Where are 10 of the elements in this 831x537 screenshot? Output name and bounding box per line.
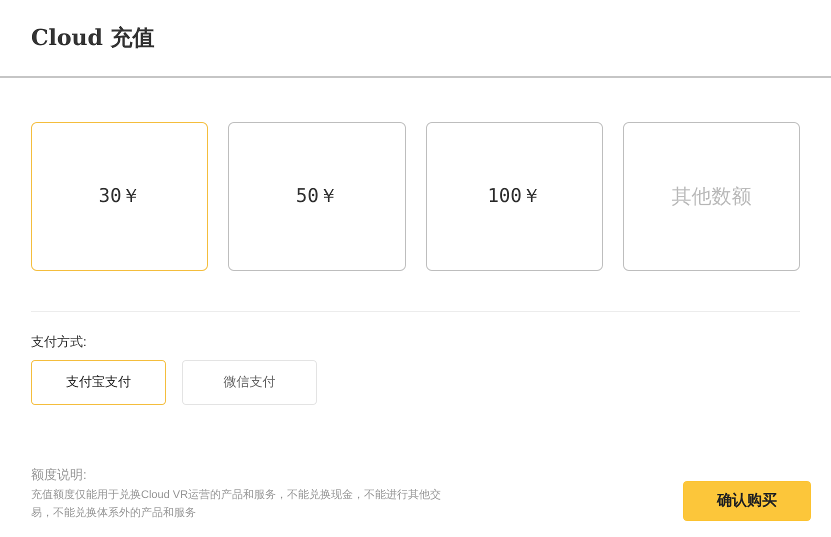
note-text: 充值额度仅能用于兑换Cloud VR运营的产品和服务，不能兑换现金，不能进行其他交易，不能兑换体系外的产品和服务	[31, 488, 442, 521]
amount-option[interactable]: 50￥	[228, 122, 406, 271]
note-title: 额度说明:	[31, 466, 87, 484]
payment-method-button[interactable]: 微信支付	[182, 360, 317, 404]
page-title: Cloud 充值	[31, 24, 155, 52]
amount-option[interactable]: 100￥	[426, 122, 603, 271]
confirm-purchase-button[interactable]: 确认购买	[683, 481, 811, 521]
payment-label: 支付方式:	[31, 333, 87, 351]
amount-option[interactable]: 30￥	[31, 122, 208, 271]
payment-method-button[interactable]: 支付宝支付	[31, 360, 166, 404]
